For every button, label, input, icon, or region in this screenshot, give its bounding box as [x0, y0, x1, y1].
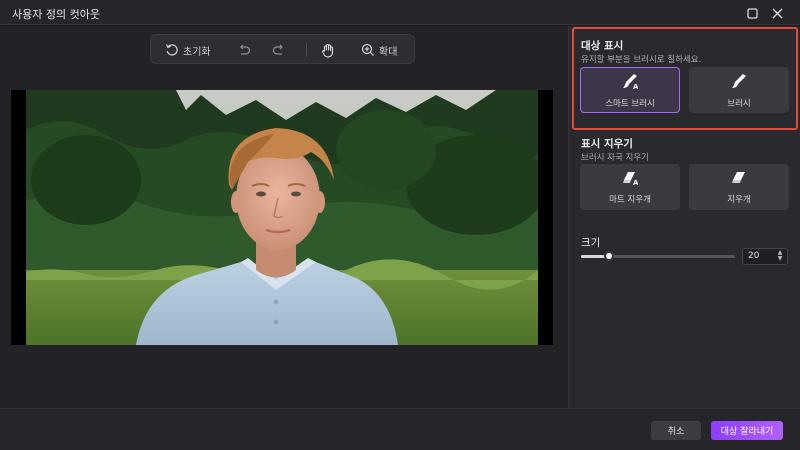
smart-eraser-button[interactable]: A 마트 지우개 — [580, 164, 680, 210]
mark-target-subtitle: 유지할 부분을 브러시로 칠하세요. — [581, 55, 702, 65]
brush-icon — [729, 72, 749, 93]
eraser-icon — [728, 170, 750, 189]
erase-mark-subtitle: 브러시 자국 지우기 — [581, 153, 649, 163]
redo-icon — [272, 43, 286, 57]
svg-text:A: A — [633, 83, 639, 90]
eraser-label: 지우개 — [727, 194, 751, 205]
size-stepper-icon[interactable]: ▲ ▼ — [776, 250, 784, 263]
smart-brush-icon: A — [620, 72, 640, 93]
svg-text:A: A — [633, 179, 639, 186]
smart-eraser-icon: A — [619, 170, 641, 189]
reset-icon — [165, 43, 179, 57]
hand-icon — [321, 43, 335, 58]
size-slider-handle[interactable] — [604, 251, 614, 261]
smart-eraser-label: 마트 지우개 — [609, 194, 651, 205]
cancel-button[interactable]: 취소 — [651, 421, 701, 440]
size-title: 크기 — [581, 237, 601, 249]
maximize-icon[interactable] — [743, 4, 761, 22]
mark-target-title: 대상 표시 — [581, 40, 624, 52]
zoom-button[interactable]: 확대 — [361, 40, 397, 60]
cut-out-target-button[interactable]: 대상 잘라내기 — [711, 421, 783, 440]
settings-panel: 대상 표시 유지할 부분을 브러시로 칠하세요. A 스마트 브러시 브러시 표… — [568, 26, 800, 408]
size-value: 20 — [748, 251, 760, 261]
canvas-area[interactable]: 초기화 확대 — [0, 26, 568, 408]
title-bar: 사용자 정의 컷아웃 — [0, 0, 800, 25]
photo-image — [26, 90, 538, 345]
hand-button[interactable] — [321, 40, 335, 60]
footer-bar: 취소 대상 잘라내기 — [0, 408, 800, 450]
toolbar-divider — [306, 43, 307, 57]
brush-button[interactable]: 브러시 — [689, 67, 789, 113]
smart-brush-label: 스마트 브러시 — [605, 98, 655, 109]
size-slider[interactable] — [581, 251, 735, 261]
canvas-toolbar: 초기화 확대 — [150, 34, 415, 64]
smart-brush-button[interactable]: A 스마트 브러시 — [580, 67, 680, 113]
undo-button[interactable] — [237, 40, 251, 60]
close-icon[interactable] — [768, 4, 786, 22]
redo-button[interactable] — [272, 40, 286, 60]
undo-icon — [237, 43, 251, 57]
reset-label: 초기화 — [183, 46, 211, 58]
zoom-label: 확대 — [379, 46, 398, 58]
size-input[interactable]: 20 ▲ ▼ — [742, 248, 788, 265]
erase-mark-title: 표시 지우기 — [581, 138, 633, 150]
reset-button[interactable]: 초기화 — [165, 40, 211, 60]
zoom-in-icon — [361, 43, 375, 57]
brush-label: 브러시 — [727, 98, 751, 109]
window-title: 사용자 정의 컷아웃 — [12, 8, 100, 21]
photo-canvas[interactable] — [11, 90, 553, 345]
eraser-button[interactable]: 지우개 — [689, 164, 789, 210]
